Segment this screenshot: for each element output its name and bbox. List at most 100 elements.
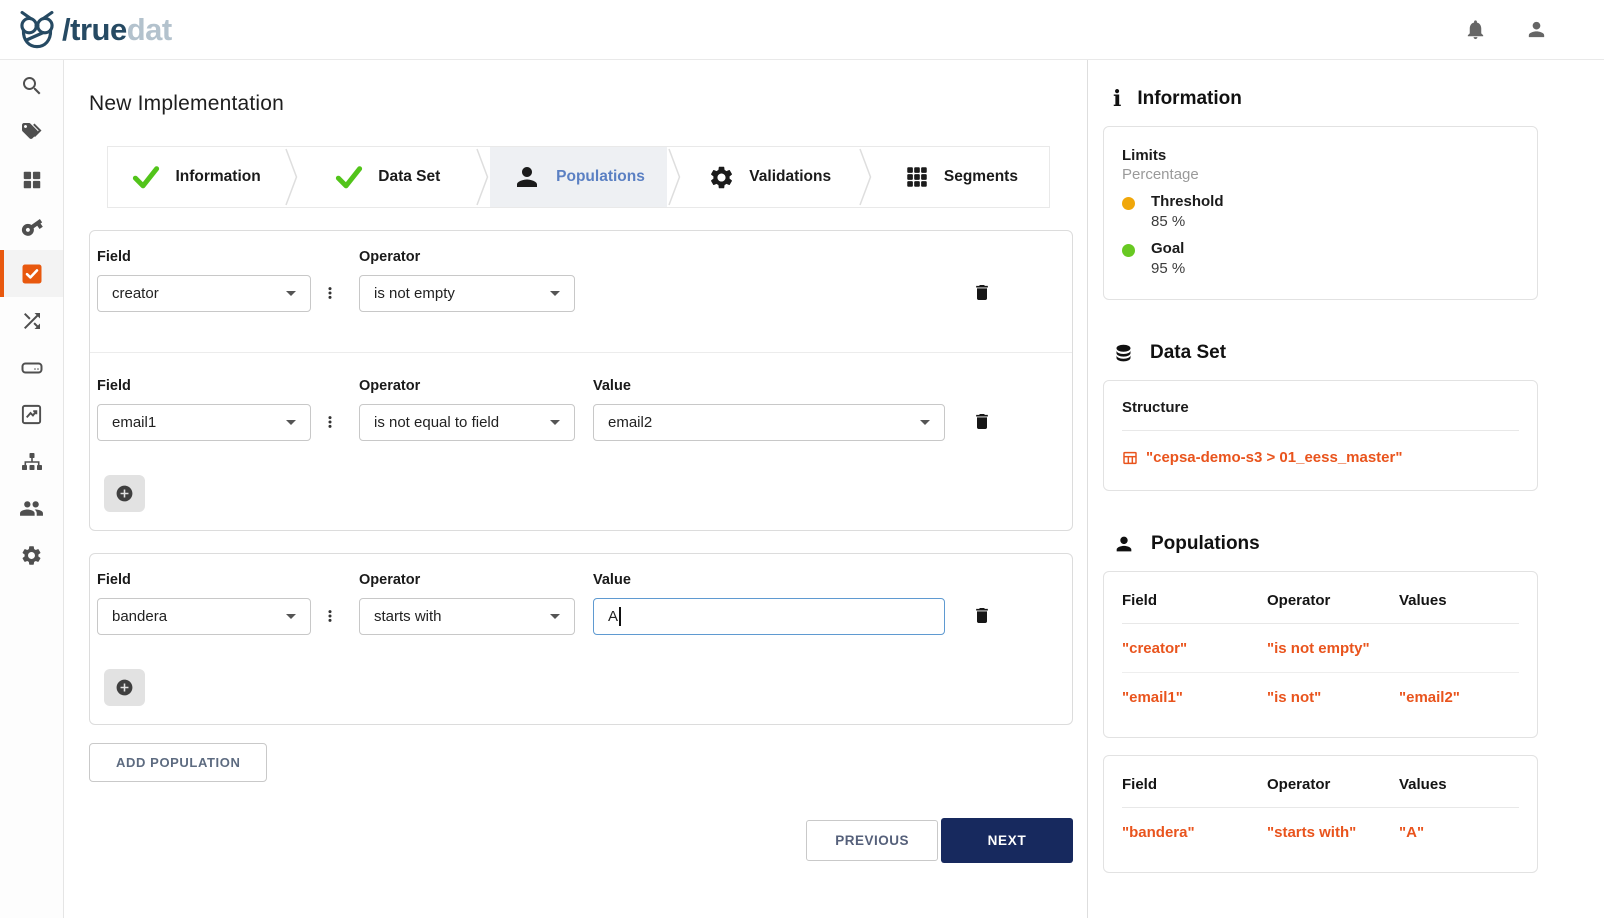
delete-condition-button[interactable] — [972, 282, 992, 303]
nav-item-systems[interactable] — [0, 344, 63, 391]
add-condition-button[interactable] — [104, 475, 145, 512]
structure-link[interactable]: "cepsa-demo-s3 > 01_eess_master" — [1122, 449, 1519, 466]
threshold-value: 85 % — [1151, 213, 1224, 230]
population-group-1: Field creator Operator is not empty Fiel… — [89, 230, 1073, 531]
threshold-row: Threshold 85 % — [1122, 193, 1519, 230]
gear-icon — [708, 164, 735, 191]
kebab-icon[interactable] — [323, 414, 337, 430]
gear-icon — [20, 544, 43, 567]
nav-item-quality[interactable] — [0, 250, 63, 297]
value-label: Value — [593, 572, 945, 588]
bell-icon — [1464, 18, 1487, 41]
structure-label: Structure — [1122, 399, 1519, 416]
nav-item-users[interactable] — [0, 485, 63, 532]
footer-actions: PREVIOUS NEXT — [89, 818, 1073, 863]
chevron-down-icon — [286, 420, 296, 425]
nav-item-tags[interactable] — [0, 109, 63, 156]
users-icon — [19, 496, 44, 521]
nav-item-permissions[interactable] — [0, 203, 63, 250]
database-icon — [1113, 343, 1134, 364]
table-icon — [1122, 450, 1138, 466]
nav-item-insights[interactable] — [0, 391, 63, 438]
goal-label: Goal — [1151, 240, 1185, 257]
user-icon — [1525, 18, 1548, 41]
nav-item-search[interactable] — [0, 62, 63, 109]
nav-item-lineage[interactable] — [0, 297, 63, 344]
divider — [1122, 430, 1519, 431]
trash-icon — [972, 605, 992, 626]
check-icon — [334, 164, 364, 190]
info-icon: i — [1113, 88, 1121, 110]
shuffle-icon — [20, 309, 44, 333]
step-label: Data Set — [378, 168, 440, 186]
step-data-set[interactable]: Data Set — [299, 147, 475, 207]
table-cell-field: "email1" — [1122, 673, 1267, 721]
field-label: Field — [97, 572, 311, 588]
search-icon — [20, 74, 44, 98]
kebab-icon[interactable] — [323, 608, 337, 624]
limits-label: Limits — [1122, 147, 1519, 164]
condition-row: Field email1 Operator is not equal to fi… — [90, 353, 1072, 441]
delete-condition-button[interactable] — [972, 411, 992, 432]
step-label: Populations — [556, 168, 645, 186]
step-populations[interactable]: Populations — [490, 147, 666, 207]
condition-row: Field creator Operator is not empty — [90, 249, 1072, 352]
app-window: /truedat — [0, 0, 1604, 918]
operator-select[interactable]: is not empty — [359, 275, 575, 312]
grid-icon — [904, 164, 930, 190]
chevron-down-icon — [286, 614, 296, 619]
field-select[interactable]: creator — [97, 275, 311, 312]
chevron-down-icon — [550, 291, 560, 296]
brand-logo[interactable]: /truedat — [16, 9, 172, 51]
nav-item-settings[interactable] — [0, 532, 63, 579]
plus-circle-icon — [115, 484, 134, 503]
threshold-label: Threshold — [1151, 193, 1224, 210]
condition-row: Field bandera Operator starts with Value… — [90, 572, 1072, 635]
table-cell-values — [1399, 624, 1519, 673]
main-content: New Implementation Information Data Set … — [64, 60, 1087, 918]
chevron-down-icon — [550, 614, 560, 619]
nav-item-hierarchy[interactable] — [0, 438, 63, 485]
table-cell-operator: "is not empty" — [1267, 624, 1399, 673]
kebab-icon[interactable] — [323, 285, 337, 301]
goal-value: 95 % — [1151, 260, 1185, 277]
field-select[interactable]: bandera — [97, 598, 311, 635]
step-segments[interactable]: Segments — [873, 147, 1049, 207]
previous-button[interactable]: PREVIOUS — [806, 820, 938, 861]
add-population-button[interactable]: ADD POPULATION — [89, 743, 267, 782]
add-condition-button[interactable] — [104, 669, 145, 706]
goal-dot-icon — [1122, 244, 1135, 257]
person-icon — [512, 162, 542, 192]
step-information[interactable]: Information — [108, 147, 284, 207]
field-label: Field — [97, 378, 311, 394]
field-select[interactable]: email1 — [97, 404, 311, 441]
stepper: Information Data Set Populations Validat… — [107, 146, 1050, 208]
text-cursor — [619, 607, 621, 626]
operator-select[interactable]: is not equal to field — [359, 404, 575, 441]
operator-label: Operator — [359, 378, 593, 394]
next-button[interactable]: NEXT — [941, 818, 1073, 863]
delete-condition-button[interactable] — [972, 605, 992, 626]
trash-icon — [972, 282, 992, 303]
brand-name: /truedat — [62, 14, 172, 45]
column-header-operator: Operator — [1267, 576, 1399, 624]
value-input[interactable]: A — [593, 598, 945, 635]
left-nav — [0, 60, 64, 918]
step-separator — [475, 147, 490, 207]
check-square-icon — [20, 262, 44, 286]
column-header-values: Values — [1399, 760, 1519, 808]
nav-item-dashboard[interactable] — [0, 156, 63, 203]
value-select[interactable]: email2 — [593, 404, 945, 441]
notifications-button[interactable] — [1464, 18, 1487, 41]
table-cell-values: "A" — [1399, 808, 1519, 856]
chart-icon — [20, 403, 43, 426]
table-cell-operator: "is not" — [1267, 673, 1399, 721]
chevron-down-icon — [286, 291, 296, 296]
trash-icon — [972, 411, 992, 432]
information-heading: i Information — [1113, 88, 1538, 110]
operator-select[interactable]: starts with — [359, 598, 575, 635]
step-validations[interactable]: Validations — [682, 147, 858, 207]
column-header-operator: Operator — [1267, 760, 1399, 808]
table-cell-field: "bandera" — [1122, 808, 1267, 856]
user-menu-button[interactable] — [1525, 18, 1548, 41]
